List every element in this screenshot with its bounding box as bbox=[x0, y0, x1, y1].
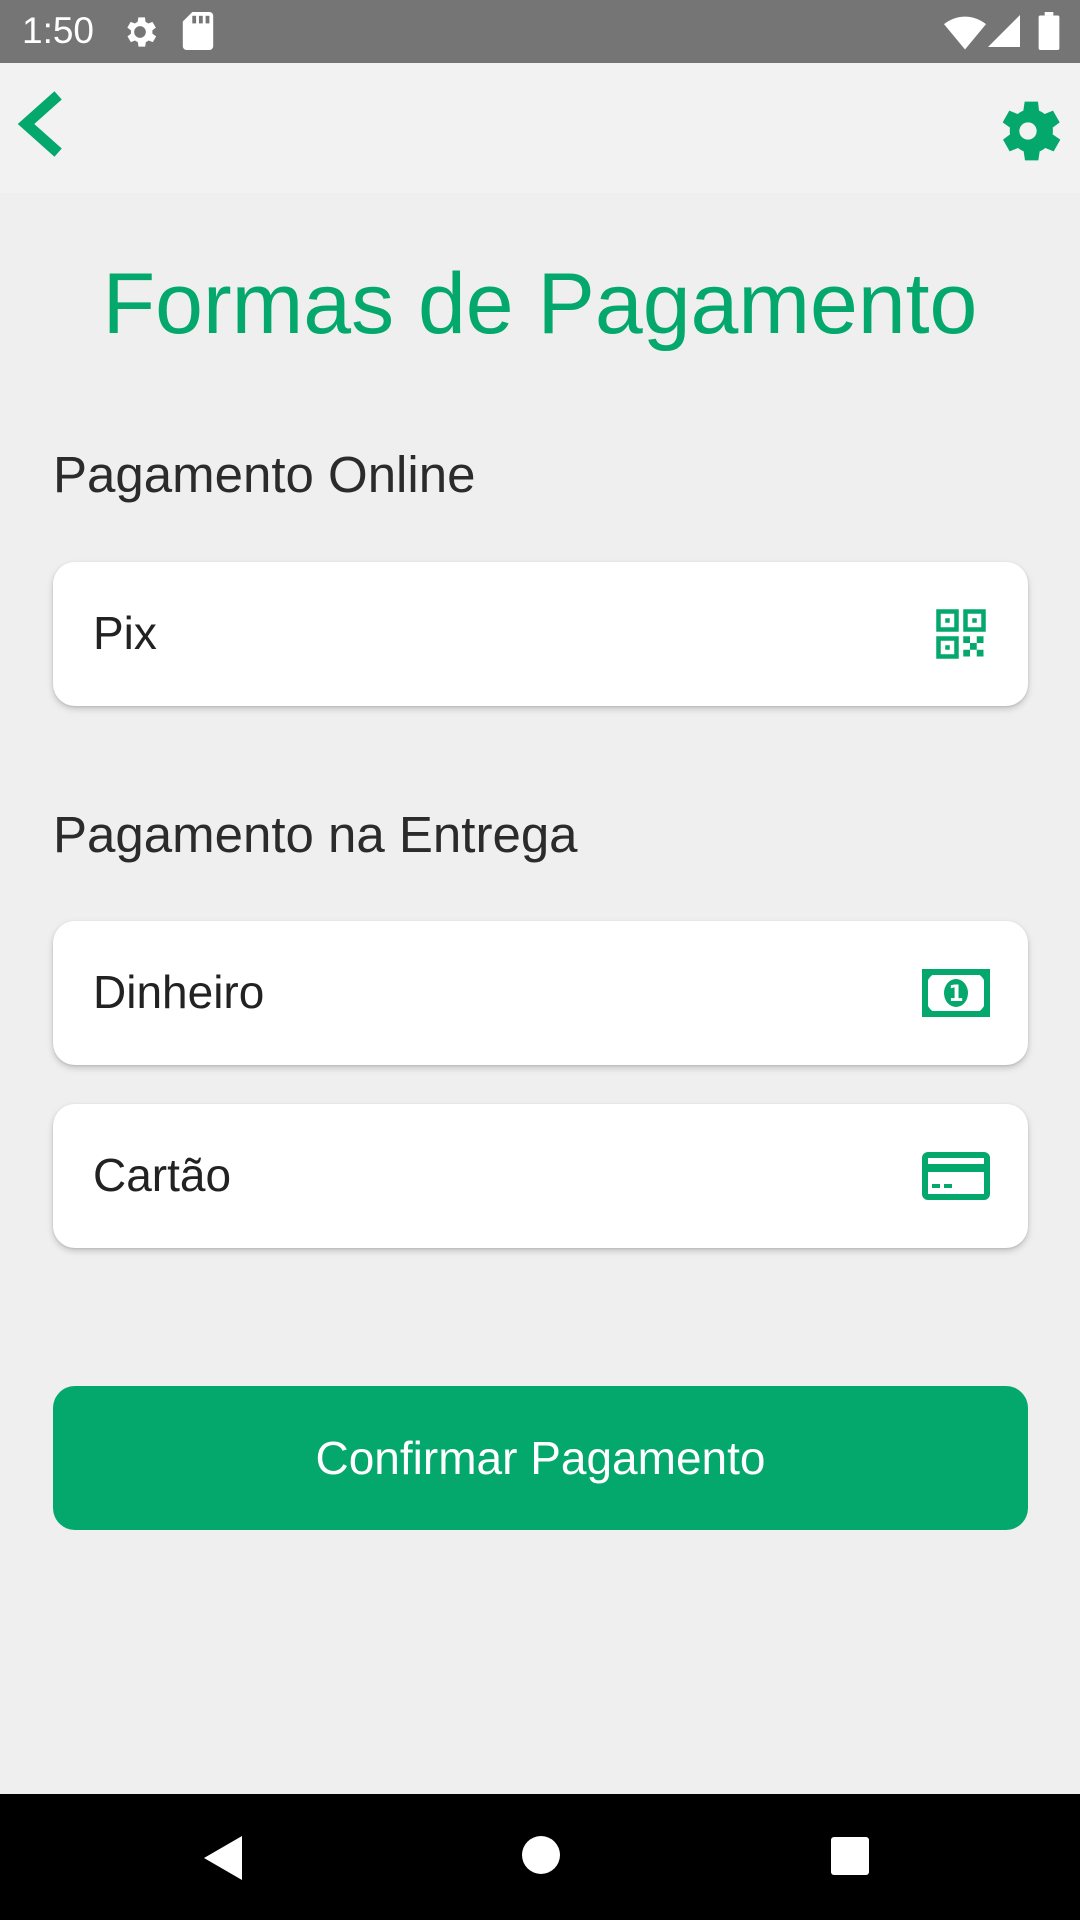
page-title: Formas de Pagamento bbox=[102, 256, 978, 352]
status-bar: 1:50 bbox=[0, 0, 1080, 63]
payment-option-pix[interactable]: Pix bbox=[53, 562, 1028, 706]
top-bar bbox=[0, 63, 1080, 193]
section-title-delivery: Pagamento na Entrega bbox=[53, 806, 578, 863]
chevron-left-icon bbox=[17, 91, 62, 157]
payment-option-cartao[interactable]: Cartão bbox=[53, 1104, 1028, 1248]
wifi-icon bbox=[944, 16, 986, 50]
section-title-online: Pagamento Online bbox=[53, 446, 476, 503]
credit-card-icon bbox=[922, 1152, 990, 1200]
gear-icon bbox=[127, 17, 157, 47]
gear-icon bbox=[1002, 101, 1061, 161]
nav-back-icon[interactable] bbox=[202, 1834, 246, 1882]
qr-code-icon bbox=[936, 609, 986, 659]
signal-icon bbox=[988, 15, 1020, 47]
svg-text:1: 1 bbox=[948, 982, 963, 1007]
option-label: Pix bbox=[93, 607, 157, 659]
back-button[interactable] bbox=[10, 89, 70, 159]
sd-card-icon bbox=[182, 12, 214, 50]
battery-icon bbox=[1038, 12, 1060, 50]
cash-icon: 1 bbox=[922, 969, 990, 1017]
payment-option-dinheiro[interactable]: Dinheiro 1 bbox=[53, 921, 1028, 1065]
option-label: Dinheiro bbox=[93, 966, 265, 1018]
confirm-payment-button[interactable]: Confirmar Pagamento bbox=[53, 1386, 1028, 1530]
status-time: 1:50 bbox=[22, 10, 95, 51]
navigation-bar bbox=[0, 1794, 1080, 1920]
option-label: Cartão bbox=[93, 1149, 232, 1201]
settings-button[interactable] bbox=[988, 91, 1068, 171]
nav-home-icon[interactable] bbox=[520, 1834, 562, 1876]
nav-recents-icon[interactable] bbox=[830, 1836, 870, 1876]
